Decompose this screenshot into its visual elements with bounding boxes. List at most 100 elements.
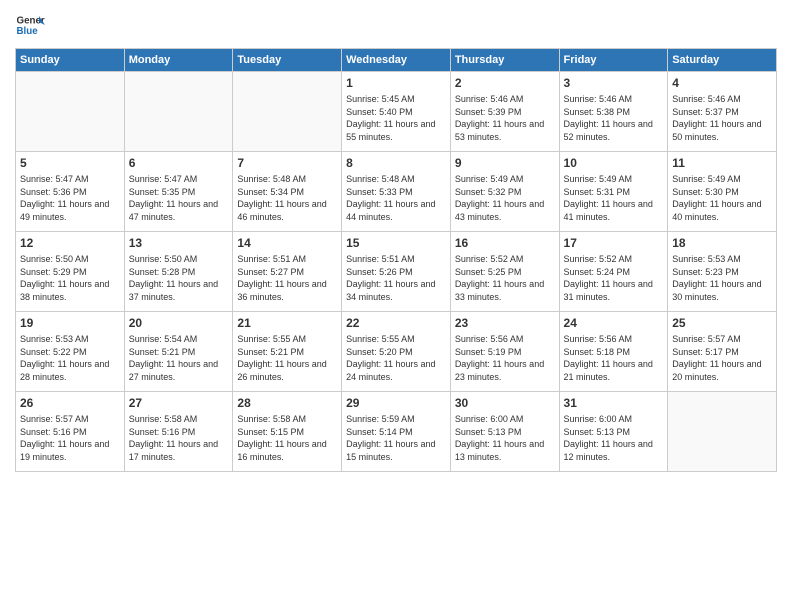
calendar-week-row: 19Sunrise: 5:53 AMSunset: 5:22 PMDayligh… <box>16 312 777 392</box>
day-number: 4 <box>672 76 772 90</box>
calendar-day: 30Sunrise: 6:00 AMSunset: 5:13 PMDayligh… <box>450 392 559 472</box>
day-info: Sunrise: 5:52 AMSunset: 5:24 PMDaylight:… <box>564 253 664 303</box>
calendar-day: 11Sunrise: 5:49 AMSunset: 5:30 PMDayligh… <box>668 152 777 232</box>
day-info: Sunrise: 5:49 AMSunset: 5:30 PMDaylight:… <box>672 173 772 223</box>
day-number: 21 <box>237 316 337 330</box>
day-info: Sunrise: 5:55 AMSunset: 5:21 PMDaylight:… <box>237 333 337 383</box>
day-number: 16 <box>455 236 555 250</box>
calendar-day: 28Sunrise: 5:58 AMSunset: 5:15 PMDayligh… <box>233 392 342 472</box>
logo-icon: General Blue <box>15 10 45 40</box>
day-number: 20 <box>129 316 229 330</box>
day-info: Sunrise: 5:46 AMSunset: 5:39 PMDaylight:… <box>455 93 555 143</box>
calendar-day: 10 Sunrise: 5:49 AMSunset: 5:31 PMDayligh… <box>559 152 668 232</box>
days-header-row: Sunday Monday Tuesday Wednesday Thursday… <box>16 49 777 72</box>
calendar-day: 6 Sunrise: 5:47 AMSunset: 5:35 PMDaylight… <box>124 152 233 232</box>
day-number: 17 <box>564 236 664 250</box>
calendar-day: 18 Sunrise: 5:53 AMSunset: 5:23 PMDayligh… <box>668 232 777 312</box>
day-info: Sunrise: 6:00 AMSunset: 5:13 PMDaylight:… <box>455 413 555 463</box>
day-info: Sunrise: 5:57 AMSunset: 5:17 PMDaylight:… <box>672 333 772 383</box>
calendar-day <box>16 72 125 152</box>
header-friday: Friday <box>559 49 668 72</box>
calendar-day: 15Sunrise: 5:51 AMSunset: 5:26 PMDayligh… <box>342 232 451 312</box>
day-number: 29 <box>346 396 446 410</box>
calendar-day <box>233 72 342 152</box>
day-info: Sunrise: 5:45 AMSunset: 5:40 PMDaylight:… <box>346 93 446 143</box>
calendar-day: 12Sunrise: 5:50 AMSunset: 5:29 PMDayligh… <box>16 232 125 312</box>
calendar-day: 9 Sunrise: 5:49 AMSunset: 5:32 PMDaylight… <box>450 152 559 232</box>
day-info: Sunrise: 5:50 AMSunset: 5:28 PMDaylight:… <box>129 253 229 303</box>
day-info: Sunrise: 5:58 AMSunset: 5:15 PMDaylight:… <box>237 413 337 463</box>
day-number: 23 <box>455 316 555 330</box>
calendar-day: 13 Sunrise: 5:50 AMSunset: 5:28 PMDayligh… <box>124 232 233 312</box>
day-number: 25 <box>672 316 772 330</box>
day-number: 26 <box>20 396 120 410</box>
day-info: Sunrise: 5:58 AMSunset: 5:16 PMDaylight:… <box>129 413 229 463</box>
calendar-day: 5 Sunrise: 5:47 AMSunset: 5:36 PMDaylight… <box>16 152 125 232</box>
day-number: 6 <box>129 156 229 170</box>
calendar-day: 2 Sunrise: 5:46 AMSunset: 5:39 PMDaylight… <box>450 72 559 152</box>
day-number: 5 <box>20 156 120 170</box>
day-number: 27 <box>129 396 229 410</box>
calendar-day: 3 Sunrise: 5:46 AMSunset: 5:38 PMDaylight… <box>559 72 668 152</box>
calendar-day: 29 Sunrise: 5:59 AMSunset: 5:14 PMDayligh… <box>342 392 451 472</box>
day-info: Sunrise: 5:47 AMSunset: 5:36 PMDaylight:… <box>20 173 120 223</box>
day-info: Sunrise: 5:51 AMSunset: 5:26 PMDaylight:… <box>346 253 446 303</box>
day-info: Sunrise: 5:46 AMSunset: 5:38 PMDaylight:… <box>564 93 664 143</box>
calendar-day: 20 Sunrise: 5:54 AMSunset: 5:21 PMDayligh… <box>124 312 233 392</box>
day-info: Sunrise: 6:00 AMSunset: 5:13 PMDaylight:… <box>564 413 664 463</box>
day-info: Sunrise: 5:55 AMSunset: 5:20 PMDaylight:… <box>346 333 446 383</box>
day-info: Sunrise: 5:47 AMSunset: 5:35 PMDaylight:… <box>129 173 229 223</box>
header-monday: Monday <box>124 49 233 72</box>
day-number: 2 <box>455 76 555 90</box>
calendar-day: 25 Sunrise: 5:57 AMSunset: 5:17 PMDayligh… <box>668 312 777 392</box>
day-number: 10 <box>564 156 664 170</box>
day-info: Sunrise: 5:49 AMSunset: 5:31 PMDaylight:… <box>564 173 664 223</box>
calendar-container: General Blue Sunday Monday Tuesday Wedne… <box>0 0 792 612</box>
calendar-day <box>124 72 233 152</box>
header-sunday: Sunday <box>16 49 125 72</box>
day-info: Sunrise: 5:53 AMSunset: 5:23 PMDaylight:… <box>672 253 772 303</box>
day-info: Sunrise: 5:48 AMSunset: 5:33 PMDaylight:… <box>346 173 446 223</box>
calendar-day: 21 Sunrise: 5:55 AMSunset: 5:21 PMDayligh… <box>233 312 342 392</box>
calendar-day: 8 Sunrise: 5:48 AMSunset: 5:33 PMDaylight… <box>342 152 451 232</box>
calendar-day: 26 Sunrise: 5:57 AMSunset: 5:16 PMDayligh… <box>16 392 125 472</box>
day-info: Sunrise: 5:57 AMSunset: 5:16 PMDaylight:… <box>20 413 120 463</box>
day-info: Sunrise: 5:56 AMSunset: 5:19 PMDaylight:… <box>455 333 555 383</box>
day-number: 1 <box>346 76 446 90</box>
day-number: 22 <box>346 316 446 330</box>
calendar-week-row: 5 Sunrise: 5:47 AMSunset: 5:36 PMDaylight… <box>16 152 777 232</box>
calendar-day: 1 Sunrise: 5:45 AMSunset: 5:40 PMDaylight… <box>342 72 451 152</box>
day-info: Sunrise: 5:49 AMSunset: 5:32 PMDaylight:… <box>455 173 555 223</box>
day-number: 3 <box>564 76 664 90</box>
calendar-day <box>668 392 777 472</box>
day-number: 9 <box>455 156 555 170</box>
calendar-day: 24 Sunrise: 5:56 AMSunset: 5:18 PMDayligh… <box>559 312 668 392</box>
calendar-day: 31 Sunrise: 6:00 AMSunset: 5:13 PMDayligh… <box>559 392 668 472</box>
day-number: 8 <box>346 156 446 170</box>
calendar-week-row: 1 Sunrise: 5:45 AMSunset: 5:40 PMDaylight… <box>16 72 777 152</box>
day-info: Sunrise: 5:48 AMSunset: 5:34 PMDaylight:… <box>237 173 337 223</box>
day-number: 31 <box>564 396 664 410</box>
calendar-day: 22 Sunrise: 5:55 AMSunset: 5:20 PMDayligh… <box>342 312 451 392</box>
day-number: 19 <box>20 316 120 330</box>
day-info: Sunrise: 5:50 AMSunset: 5:29 PMDaylight:… <box>20 253 120 303</box>
day-number: 14 <box>237 236 337 250</box>
calendar-day: 23 Sunrise: 5:56 AMSunset: 5:19 PMDayligh… <box>450 312 559 392</box>
day-info: Sunrise: 5:54 AMSunset: 5:21 PMDaylight:… <box>129 333 229 383</box>
calendar-day: 27 Sunrise: 5:58 AMSunset: 5:16 PMDayligh… <box>124 392 233 472</box>
day-info: Sunrise: 5:46 AMSunset: 5:37 PMDaylight:… <box>672 93 772 143</box>
calendar-day: 4 Sunrise: 5:46 AMSunset: 5:37 PMDaylight… <box>668 72 777 152</box>
day-number: 24 <box>564 316 664 330</box>
header-thursday: Thursday <box>450 49 559 72</box>
day-number: 18 <box>672 236 772 250</box>
day-info: Sunrise: 5:59 AMSunset: 5:14 PMDaylight:… <box>346 413 446 463</box>
svg-text:Blue: Blue <box>17 26 39 37</box>
header: General Blue <box>15 10 777 40</box>
day-number: 7 <box>237 156 337 170</box>
day-number: 13 <box>129 236 229 250</box>
logo: General Blue <box>15 10 45 40</box>
calendar-day: 14 Sunrise: 5:51 AMSunset: 5:27 PMDayligh… <box>233 232 342 312</box>
header-tuesday: Tuesday <box>233 49 342 72</box>
day-info: Sunrise: 5:51 AMSunset: 5:27 PMDaylight:… <box>237 253 337 303</box>
day-info: Sunrise: 5:56 AMSunset: 5:18 PMDaylight:… <box>564 333 664 383</box>
